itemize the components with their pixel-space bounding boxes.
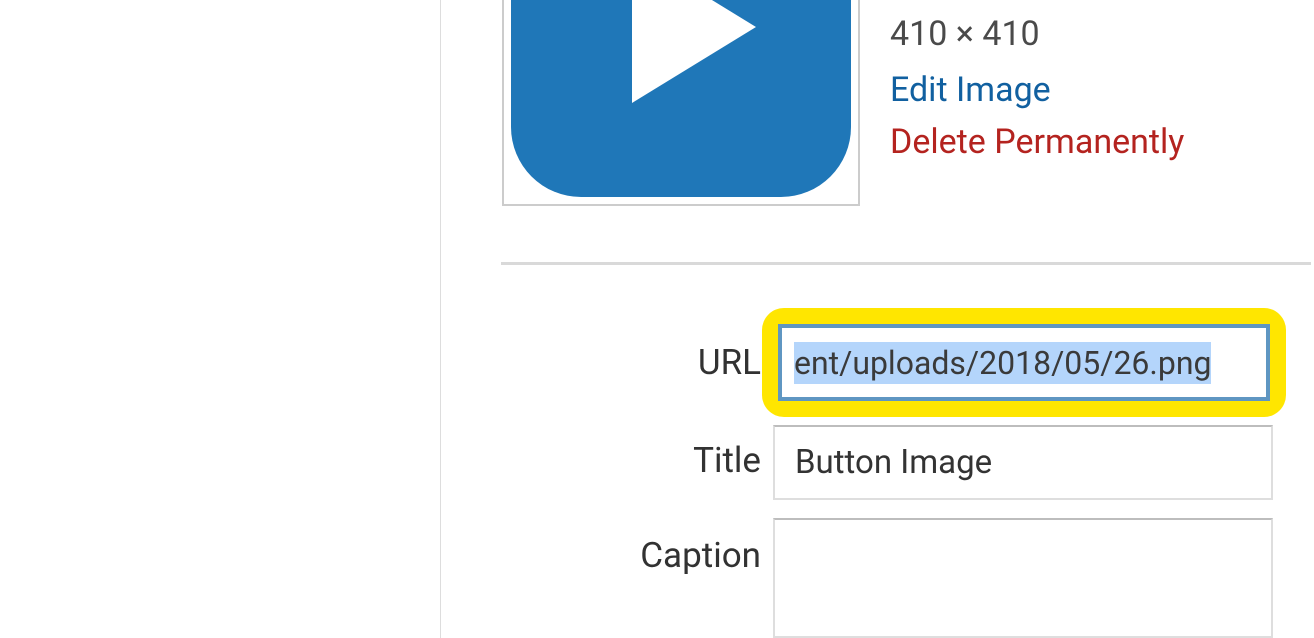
caption-row: Caption (501, 535, 787, 576)
url-label: URL (501, 342, 761, 383)
play-icon (511, 0, 851, 197)
title-row: Title (501, 440, 787, 481)
url-input-value: ent/uploads/2018/05/26.png (794, 342, 1211, 384)
play-triangle (632, 0, 756, 103)
delete-permanently-link[interactable]: Delete Permanently (890, 122, 1184, 162)
caption-input[interactable] (773, 518, 1273, 638)
divider (501, 262, 1311, 265)
caption-label: Caption (501, 535, 761, 576)
edit-image-link[interactable]: Edit Image (890, 70, 1051, 110)
title-input[interactable] (773, 425, 1273, 500)
url-input[interactable]: ent/uploads/2018/05/26.png (778, 324, 1270, 401)
attachment-thumbnail (502, 0, 860, 206)
url-row: URL (501, 342, 787, 383)
image-dimensions: 410 × 410 (890, 14, 1040, 54)
title-label: Title (501, 440, 761, 481)
panel-divider (440, 0, 441, 638)
